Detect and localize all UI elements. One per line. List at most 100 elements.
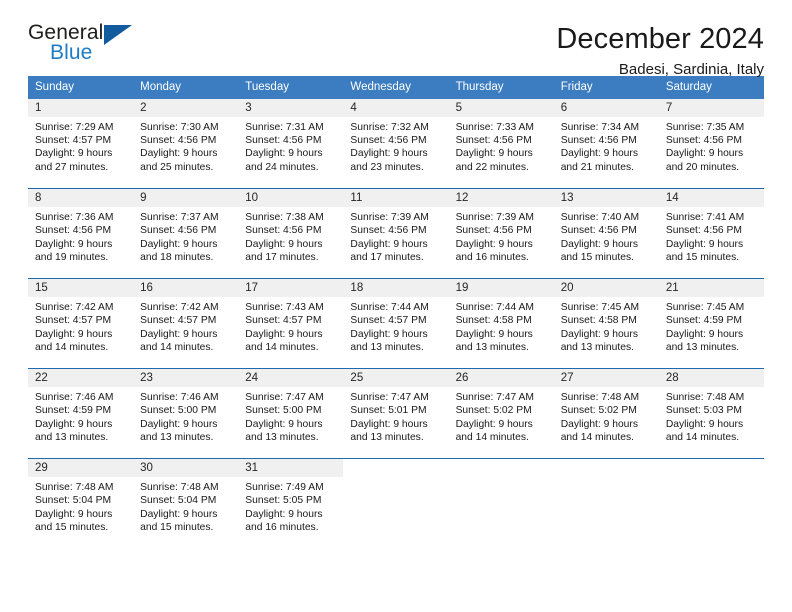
daylight-duration-line1: Daylight: 9 hours [35, 148, 113, 160]
sunset-time: Sunset: 4:57 PM [35, 315, 112, 327]
daylight-duration-line2: and 15 minutes. [35, 522, 109, 534]
day-details [449, 477, 554, 481]
calendar-day-cell[interactable]: 15 Sunrise: 7:42 AM Sunset: 4:57 PM Dayligh… [28, 278, 134, 369]
daylight-duration-line1: Daylight: 9 hours [35, 238, 113, 250]
weekday-header-wednesday: Wednesday [343, 76, 449, 99]
daylight-duration-line2: and 15 minutes. [140, 522, 214, 534]
calendar-day-cell[interactable]: 26 Sunrise: 7:47 AM Sunset: 5:02 PM Dayligh… [448, 368, 554, 459]
sunrise-time: Sunrise: 7:32 AM [350, 121, 429, 133]
calendar-day-cell[interactable]: 19 Sunrise: 7:44 AM Sunset: 4:58 PM Dayligh… [448, 278, 554, 369]
calendar-day-cell[interactable]: 28 Sunrise: 7:48 AM Sunset: 5:03 PM Dayligh… [658, 368, 764, 459]
day-details: Sunrise: 7:34 AM Sunset: 4:56 PM Daylight:… [554, 117, 659, 174]
calendar-day-cell[interactable]: 23 Sunrise: 7:46 AM Sunset: 5:00 PM Dayligh… [133, 368, 239, 459]
calendar-day-cell[interactable]: 18 Sunrise: 7:44 AM Sunset: 4:57 PM Dayligh… [343, 278, 449, 369]
triangle-flag-icon [104, 25, 132, 45]
day-details: Sunrise: 7:49 AM Sunset: 5:05 PM Daylight:… [238, 477, 343, 534]
calendar-day-cell[interactable]: 7 Sunrise: 7:35 AM Sunset: 4:56 PM Daylight… [658, 98, 764, 189]
weekday-header-row: Sunday Monday Tuesday Wednesday Thursday… [28, 76, 764, 99]
daylight-duration-line1: Daylight: 9 hours [245, 328, 323, 340]
daylight-duration-line2: and 17 minutes. [245, 252, 319, 264]
daylight-duration-line2: and 13 minutes. [455, 342, 529, 354]
daylight-duration-line1: Daylight: 9 hours [350, 328, 428, 340]
daylight-duration-line2: and 13 minutes. [350, 432, 424, 444]
calendar-day-cell[interactable]: 6 Sunrise: 7:34 AM Sunset: 4:56 PM Daylight… [553, 98, 659, 189]
daylight-duration-line2: and 19 minutes. [35, 252, 109, 264]
calendar-day-cell[interactable]: 24 Sunrise: 7:47 AM Sunset: 5:00 PM Dayligh… [238, 368, 344, 459]
day-number: 25 [343, 369, 449, 388]
day-details: Sunrise: 7:47 AM Sunset: 5:01 PM Daylight:… [343, 387, 448, 444]
day-number [343, 459, 448, 477]
day-details: Sunrise: 7:47 AM Sunset: 5:02 PM Daylight:… [449, 387, 554, 444]
sunrise-time: Sunrise: 7:33 AM [455, 121, 534, 133]
daylight-duration-line2: and 17 minutes. [350, 252, 424, 264]
sunrise-time: Sunrise: 7:29 AM [35, 121, 114, 133]
daylight-duration-line1: Daylight: 9 hours [245, 418, 323, 430]
calendar-day-cell[interactable]: 13 Sunrise: 7:40 AM Sunset: 4:56 PM Dayligh… [553, 188, 659, 279]
daylight-duration-line2: and 25 minutes. [140, 161, 214, 173]
sunset-time: Sunset: 4:56 PM [560, 134, 637, 146]
sunrise-time: Sunrise: 7:40 AM [560, 212, 640, 224]
day-number: 5 [448, 98, 554, 117]
day-number: 4 [343, 98, 449, 117]
sunrise-time: Sunrise: 7:42 AM [140, 302, 219, 314]
calendar-day-cell[interactable]: 20 Sunrise: 7:45 AM Sunset: 4:58 PM Dayligh… [553, 278, 659, 369]
general-blue-logo[interactable]: General Blue [28, 22, 140, 68]
daylight-duration-line2: and 24 minutes. [245, 161, 319, 173]
sunrise-time: Sunrise: 7:47 AM [455, 392, 534, 404]
day-number: 11 [343, 189, 449, 208]
daylight-duration-line2: and 14 minutes. [140, 342, 214, 354]
daylight-duration-line1: Daylight: 9 hours [560, 418, 638, 430]
sunset-time: Sunset: 4:57 PM [140, 315, 217, 327]
day-number: 20 [553, 279, 659, 298]
calendar-day-cell[interactable]: 12 Sunrise: 7:39 AM Sunset: 4:56 PM Dayligh… [448, 188, 554, 279]
sunrise-sunset-calendar: Sunday Monday Tuesday Wednesday Thursday… [28, 76, 764, 549]
day-details: Sunrise: 7:39 AM Sunset: 4:56 PM Daylight:… [343, 207, 448, 264]
calendar-day-cell[interactable]: 10 Sunrise: 7:38 AM Sunset: 4:56 PM Dayligh… [238, 188, 344, 279]
calendar-day-cell[interactable]: 27 Sunrise: 7:48 AM Sunset: 5:02 PM Dayligh… [553, 368, 659, 459]
daylight-duration-line1: Daylight: 9 hours [560, 328, 638, 340]
day-details: Sunrise: 7:29 AM Sunset: 4:57 PM Daylight:… [28, 117, 133, 174]
calendar-day-cell[interactable]: 11 Sunrise: 7:39 AM Sunset: 4:56 PM Dayligh… [343, 188, 449, 279]
sunset-time: Sunset: 5:00 PM [140, 405, 217, 417]
day-number: 14 [658, 189, 764, 208]
sunrise-time: Sunrise: 7:44 AM [455, 302, 534, 314]
day-details: Sunrise: 7:35 AM Sunset: 4:56 PM Daylight:… [659, 117, 764, 174]
day-number: 10 [238, 189, 344, 208]
calendar-day-cell[interactable]: 17 Sunrise: 7:43 AM Sunset: 4:57 PM Dayligh… [238, 278, 344, 369]
calendar-day-cell[interactable]: 8 Sunrise: 7:36 AM Sunset: 4:56 PM Daylight… [28, 188, 134, 279]
daylight-duration-line2: and 13 minutes. [560, 342, 634, 354]
sunrise-time: Sunrise: 7:31 AM [245, 121, 324, 133]
calendar-day-cell[interactable]: 4 Sunrise: 7:32 AM Sunset: 4:56 PM Daylight… [343, 98, 449, 189]
calendar-day-cell[interactable]: 21 Sunrise: 7:45 AM Sunset: 4:59 PM Dayligh… [658, 278, 764, 369]
sunrise-time: Sunrise: 7:48 AM [665, 392, 745, 404]
sunrise-time: Sunrise: 7:45 AM [665, 302, 745, 314]
calendar-day-cell-empty [343, 458, 449, 549]
day-details: Sunrise: 7:32 AM Sunset: 4:56 PM Daylight:… [343, 117, 448, 174]
calendar-day-cell[interactable]: 16 Sunrise: 7:42 AM Sunset: 4:57 PM Dayligh… [133, 278, 239, 369]
day-details [659, 477, 764, 481]
calendar-day-cell[interactable]: 31 Sunrise: 7:49 AM Sunset: 5:05 PM Dayligh… [238, 458, 344, 549]
weekday-header-monday: Monday [133, 76, 239, 99]
calendar-day-cell[interactable]: 2 Sunrise: 7:30 AM Sunset: 4:56 PM Daylight… [133, 98, 239, 189]
sunrise-time: Sunrise: 7:35 AM [665, 121, 745, 133]
calendar-day-cell[interactable]: 1 Sunrise: 7:29 AM Sunset: 4:57 PM Daylight… [28, 98, 134, 189]
sunrise-time: Sunrise: 7:46 AM [140, 392, 219, 404]
calendar-day-cell[interactable]: 5 Sunrise: 7:33 AM Sunset: 4:56 PM Daylight… [448, 98, 554, 189]
daylight-duration-line1: Daylight: 9 hours [140, 418, 218, 430]
calendar-day-cell[interactable]: 29 Sunrise: 7:48 AM Sunset: 5:04 PM Dayligh… [28, 458, 134, 549]
day-number: 6 [553, 98, 659, 117]
calendar-day-cell[interactable]: 9 Sunrise: 7:37 AM Sunset: 4:56 PM Daylight… [133, 188, 239, 279]
sunset-time: Sunset: 4:57 PM [245, 315, 322, 327]
calendar-day-cell[interactable]: 14 Sunrise: 7:41 AM Sunset: 4:56 PM Dayligh… [658, 188, 764, 279]
calendar-day-cell[interactable]: 22 Sunrise: 7:46 AM Sunset: 4:59 PM Dayligh… [28, 368, 134, 459]
sunrise-time: Sunrise: 7:30 AM [140, 121, 219, 133]
calendar-day-cell[interactable]: 25 Sunrise: 7:47 AM Sunset: 5:01 PM Dayligh… [343, 368, 449, 459]
sunrise-time: Sunrise: 7:39 AM [350, 212, 429, 224]
sunrise-time: Sunrise: 7:34 AM [560, 121, 640, 133]
calendar-day-cell[interactable]: 3 Sunrise: 7:31 AM Sunset: 4:56 PM Daylight… [238, 98, 344, 189]
day-details: Sunrise: 7:37 AM Sunset: 4:56 PM Daylight:… [133, 207, 238, 264]
day-number: 26 [448, 369, 554, 388]
calendar-day-cell[interactable]: 30 Sunrise: 7:48 AM Sunset: 5:04 PM Dayligh… [133, 458, 239, 549]
sunset-time: Sunset: 4:56 PM [665, 134, 742, 146]
sunset-time: Sunset: 5:04 PM [140, 495, 217, 507]
